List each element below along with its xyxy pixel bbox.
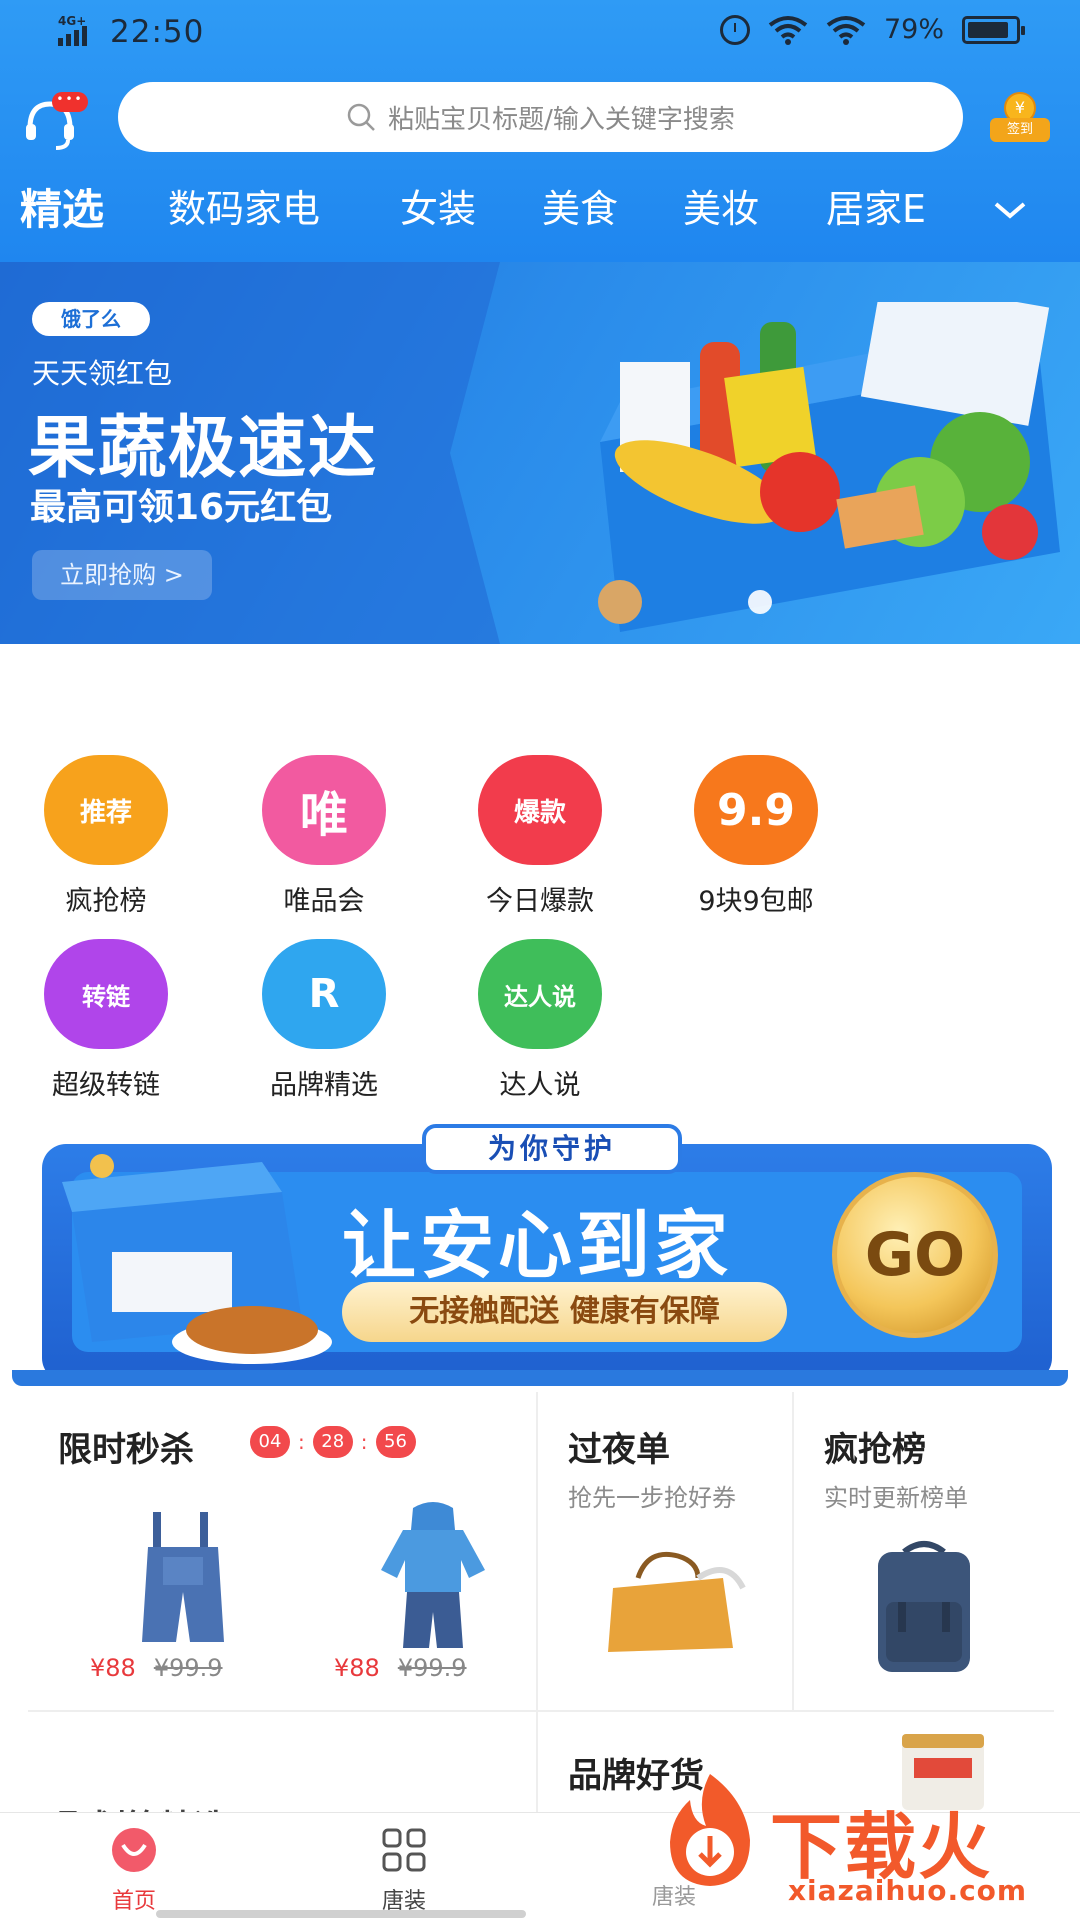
hot-rank-title: 疯抢榜 [824,1430,926,1470]
vip-icon: 唯 [262,755,386,865]
quick-item-brand[interactable]: R 品牌精选 [234,939,414,1102]
feature-cards: 限时秒杀 04 : 28 : 56 ¥88 ¥99.9 ¥88 ¥99.9 过夜单 [28,1392,1054,1812]
banner-title: 果蔬极速达 [28,409,379,488]
search-icon [347,103,375,131]
chevron-down-icon[interactable] [990,190,1030,230]
buy-now-button[interactable]: 立即抢购 > [32,550,212,600]
handbag-product-image[interactable] [598,1548,748,1658]
sign-in-label: 签到 [990,118,1050,142]
promo-tagline: 无接触配送 健康有保障 [342,1282,787,1342]
partial-card-left[interactable]: 聚划算精选 [28,1712,536,1812]
countdown-timer: 04 : 28 : 56 [250,1426,416,1458]
quick-item-label: 今日爆款 [486,886,594,917]
go-button[interactable]: GO [832,1172,998,1338]
signal-icon: 4G+ [58,14,100,46]
quick-item-label: 达人说 [499,1070,581,1101]
quick-item-vip[interactable]: 唯 唯品会 [234,755,414,918]
flash-sale-title: 限时秒杀 [58,1430,194,1470]
top-header: 4G+ 22:50 79% ••• 粘贴宝贝标题/输入关键字搜索 ¥ 签到 精选… [0,0,1080,262]
countdown-minutes: 28 [312,1426,353,1458]
quick-item-hot-rank[interactable]: 推荐 疯抢榜 [16,755,196,918]
grid-icon [382,1828,426,1872]
flame-icon: 爆款 [478,755,602,865]
recommend-icon: 推荐 [44,755,168,865]
overnight-card[interactable]: 过夜单 抢先一步抢好券 [538,1392,792,1710]
partial-card-title: 聚划算精选 [58,1800,228,1812]
battery-icon [962,15,1025,44]
banner-subtitle: 天天领红包 [32,357,173,390]
promo-headline: 让安心到家 [342,1203,732,1289]
tab-digital[interactable]: 数码家电 [168,178,320,233]
nav-category[interactable]: 唐装 [334,1827,474,1915]
tab-home[interactable]: 居家E [826,178,926,233]
quick-item-label: 9块9包邮 [698,886,814,917]
quick-item-label: 品牌精选 [270,1070,378,1101]
clock-time: 22:50 [110,14,205,50]
home-indicator [156,1910,526,1918]
android-icon: 达人说 [478,939,602,1049]
status-bar: 4G+ 22:50 79% [0,0,1080,66]
grocery-box-illustration [598,302,1060,632]
quick-item-label: 超级转链 [52,1070,160,1101]
backpack-product-image[interactable] [864,1536,984,1676]
smile-home-icon [112,1828,156,1872]
wifi-icon [826,15,866,45]
nav-home[interactable]: 首页 [64,1827,204,1915]
nine-nine-icon: 9.9 [694,755,818,865]
tab-featured[interactable]: 精选 [20,176,104,237]
quick-item-influencer[interactable]: 达人说 达人说 [450,939,630,1102]
wifi-icon [768,15,808,45]
quick-item-link-convert[interactable]: 转链 超级转链 [16,939,196,1102]
quick-item-label: 唯品会 [283,886,365,917]
watermark-url: xiazaihuo.com [788,1874,1028,1907]
tab-beauty[interactable]: 美妆 [683,178,759,233]
tab-food[interactable]: 美食 [542,178,618,233]
search-input[interactable]: 粘贴宝贝标题/输入关键字搜索 [118,82,963,152]
hero-banner[interactable]: 饿了么 天天领红包 果蔬极速达 最高可领16元红包 立即抢购 > [0,262,1080,644]
status-left: 4G+ 22:50 [58,14,204,50]
hoodie-outfit-product-image[interactable] [373,1500,493,1650]
brand-shield-icon: R [262,939,386,1049]
search-placeholder: 粘贴宝贝标题/输入关键字搜索 [388,104,735,135]
overalls-product-image[interactable] [128,1502,238,1652]
hot-rank-card[interactable]: 疯抢榜 实时更新榜单 [794,1392,1054,1710]
countdown-hours: 04 [250,1426,290,1458]
delivery-box-illustration [62,1154,332,1364]
promo-top-badge: 为你守护 [422,1124,682,1174]
quick-item-9-9[interactable]: 9.9 9块9包邮 [666,755,846,918]
flame-logo-icon [670,1774,750,1886]
eleme-logo: 饿了么 [32,302,150,336]
tab-women[interactable]: 女装 [400,178,476,233]
banner-offer: 最高可领16元红包 [30,487,333,528]
quick-item-hot-today[interactable]: 爆款 今日爆款 [450,755,630,918]
overnight-subtitle: 抢先一步抢好券 [568,1484,736,1512]
hot-rank-subtitle: 实时更新榜单 [824,1484,968,1512]
category-tabs: 精选 数码家电 女装 美食 美妆 居家E [0,178,1080,248]
promo-base [12,1370,1068,1386]
status-right: 79% [719,14,1025,45]
message-badge: ••• [52,92,88,112]
flash-item-1-price: ¥88 ¥99.9 [90,1654,223,1682]
alarm-icon [719,14,750,45]
customer-service-button[interactable]: ••• [22,88,90,150]
sign-in-button[interactable]: ¥ 签到 [990,92,1050,144]
flash-sale-card[interactable]: 限时秒杀 04 : 28 : 56 ¥88 ¥99.9 ¥88 ¥99.9 [28,1392,536,1710]
battery-percent: 79% [883,14,944,45]
flash-item-2-price: ¥88 ¥99.9 [334,1654,467,1682]
quick-item-label: 疯抢榜 [65,886,147,917]
countdown-seconds: 56 [375,1426,416,1458]
overnight-title: 过夜单 [568,1430,670,1470]
safe-delivery-banner[interactable]: 为你守护 让安心到家 无接触配送 健康有保障 GO [12,1124,1068,1392]
site-watermark: 下载火 xiazaihuo.com [640,1770,1080,1920]
link-icon: 转链 [44,939,168,1049]
